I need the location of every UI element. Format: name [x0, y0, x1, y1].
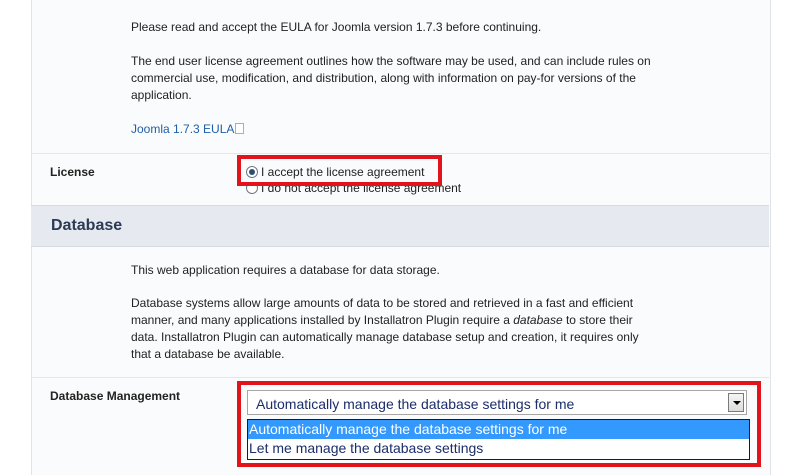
- database-section-header: Database: [31, 205, 769, 247]
- external-link-icon: [235, 123, 245, 134]
- license-highlight-box: [237, 155, 442, 186]
- database-description-emphasis: database: [513, 313, 563, 327]
- eula-description-text: The end user license agreement outlines …: [131, 54, 651, 102]
- database-description-text: Database systems allow large amounts of …: [131, 295, 661, 363]
- license-label: License: [50, 165, 95, 179]
- database-intro-text: This web application requires a database…: [131, 263, 440, 277]
- eula-link-label[interactable]: Joomla 1.7.3 EULA: [131, 122, 234, 136]
- row-divider: [31, 153, 769, 154]
- database-section-title: Database: [51, 217, 123, 234]
- eula-intro-text: Please read and accept the EULA for Joom…: [131, 20, 542, 34]
- row-divider: [31, 377, 769, 378]
- database-management-label: Database Management: [50, 389, 181, 403]
- eula-link[interactable]: Joomla 1.7.3 EULA: [131, 122, 245, 136]
- database-management-highlight-box: [237, 381, 761, 467]
